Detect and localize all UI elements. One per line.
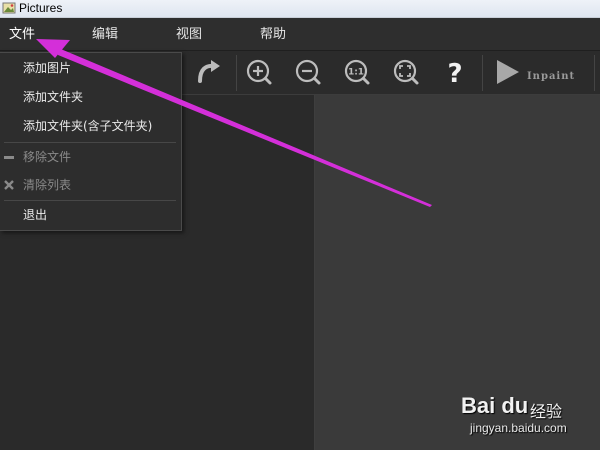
svg-text:1:1: 1:1 <box>348 68 364 78</box>
menu-item-remove-file[interactable]: 移除文件 <box>0 143 181 171</box>
menu-edit[interactable]: 编辑 <box>92 18 118 50</box>
watermark-brand: 经验 <box>530 402 563 421</box>
redo-icon[interactable] <box>192 55 226 89</box>
svg-text:?: ? <box>447 59 462 89</box>
menu-item-label: 退出 <box>23 208 48 222</box>
menu-item-label: 移除文件 <box>23 150 72 164</box>
watermark-logo: Bai du <box>461 393 529 418</box>
image-canvas[interactable] <box>315 95 600 450</box>
actual-size-icon[interactable]: 1:1 <box>340 55 374 89</box>
x-icon <box>4 180 14 190</box>
menu-item-clear-list[interactable]: 清除列表 <box>0 171 181 199</box>
window-title: Pictures <box>19 1 63 15</box>
minus-icon <box>4 156 14 159</box>
watermark-url: jingyan.baidu.com <box>470 421 567 435</box>
menu-file[interactable]: 文件 <box>9 18 35 50</box>
menu-item-add-folder[interactable]: 添加文件夹 <box>0 83 181 111</box>
menu-item-exit[interactable]: 退出 <box>0 201 181 229</box>
help-icon[interactable]: ? <box>438 55 472 89</box>
menu-bar: 文件 编辑 视图 帮助 <box>0 18 600 51</box>
zoom-out-icon[interactable] <box>291 55 325 89</box>
menu-item-add-image[interactable]: 添加图片 <box>0 54 181 82</box>
zoom-in-icon[interactable] <box>242 55 276 89</box>
file-menu-dropdown: 添加图片 添加文件夹 添加文件夹(含子文件夹) 移除文件 清除列表 退出 <box>0 52 182 231</box>
menu-item-label: 添加文件夹 <box>23 90 84 104</box>
menu-item-label: 清除列表 <box>23 178 72 192</box>
menu-item-label: 添加图片 <box>23 61 72 75</box>
toolbar-separator <box>594 55 595 91</box>
menu-view[interactable]: 视图 <box>176 18 202 50</box>
play-icon[interactable] <box>490 55 524 89</box>
menu-item-label: 添加文件夹(含子文件夹) <box>23 119 153 133</box>
menu-help[interactable]: 帮助 <box>260 18 286 50</box>
app-icon <box>2 2 16 14</box>
inpaint-label[interactable]: Inpaint <box>527 71 575 82</box>
menu-item-add-folder-recursive[interactable]: 添加文件夹(含子文件夹) <box>0 112 181 140</box>
window-title-bar: Pictures <box>0 0 600 18</box>
toolbar-separator <box>482 55 483 91</box>
fit-to-window-icon[interactable] <box>389 55 423 89</box>
toolbar-separator <box>236 55 237 91</box>
